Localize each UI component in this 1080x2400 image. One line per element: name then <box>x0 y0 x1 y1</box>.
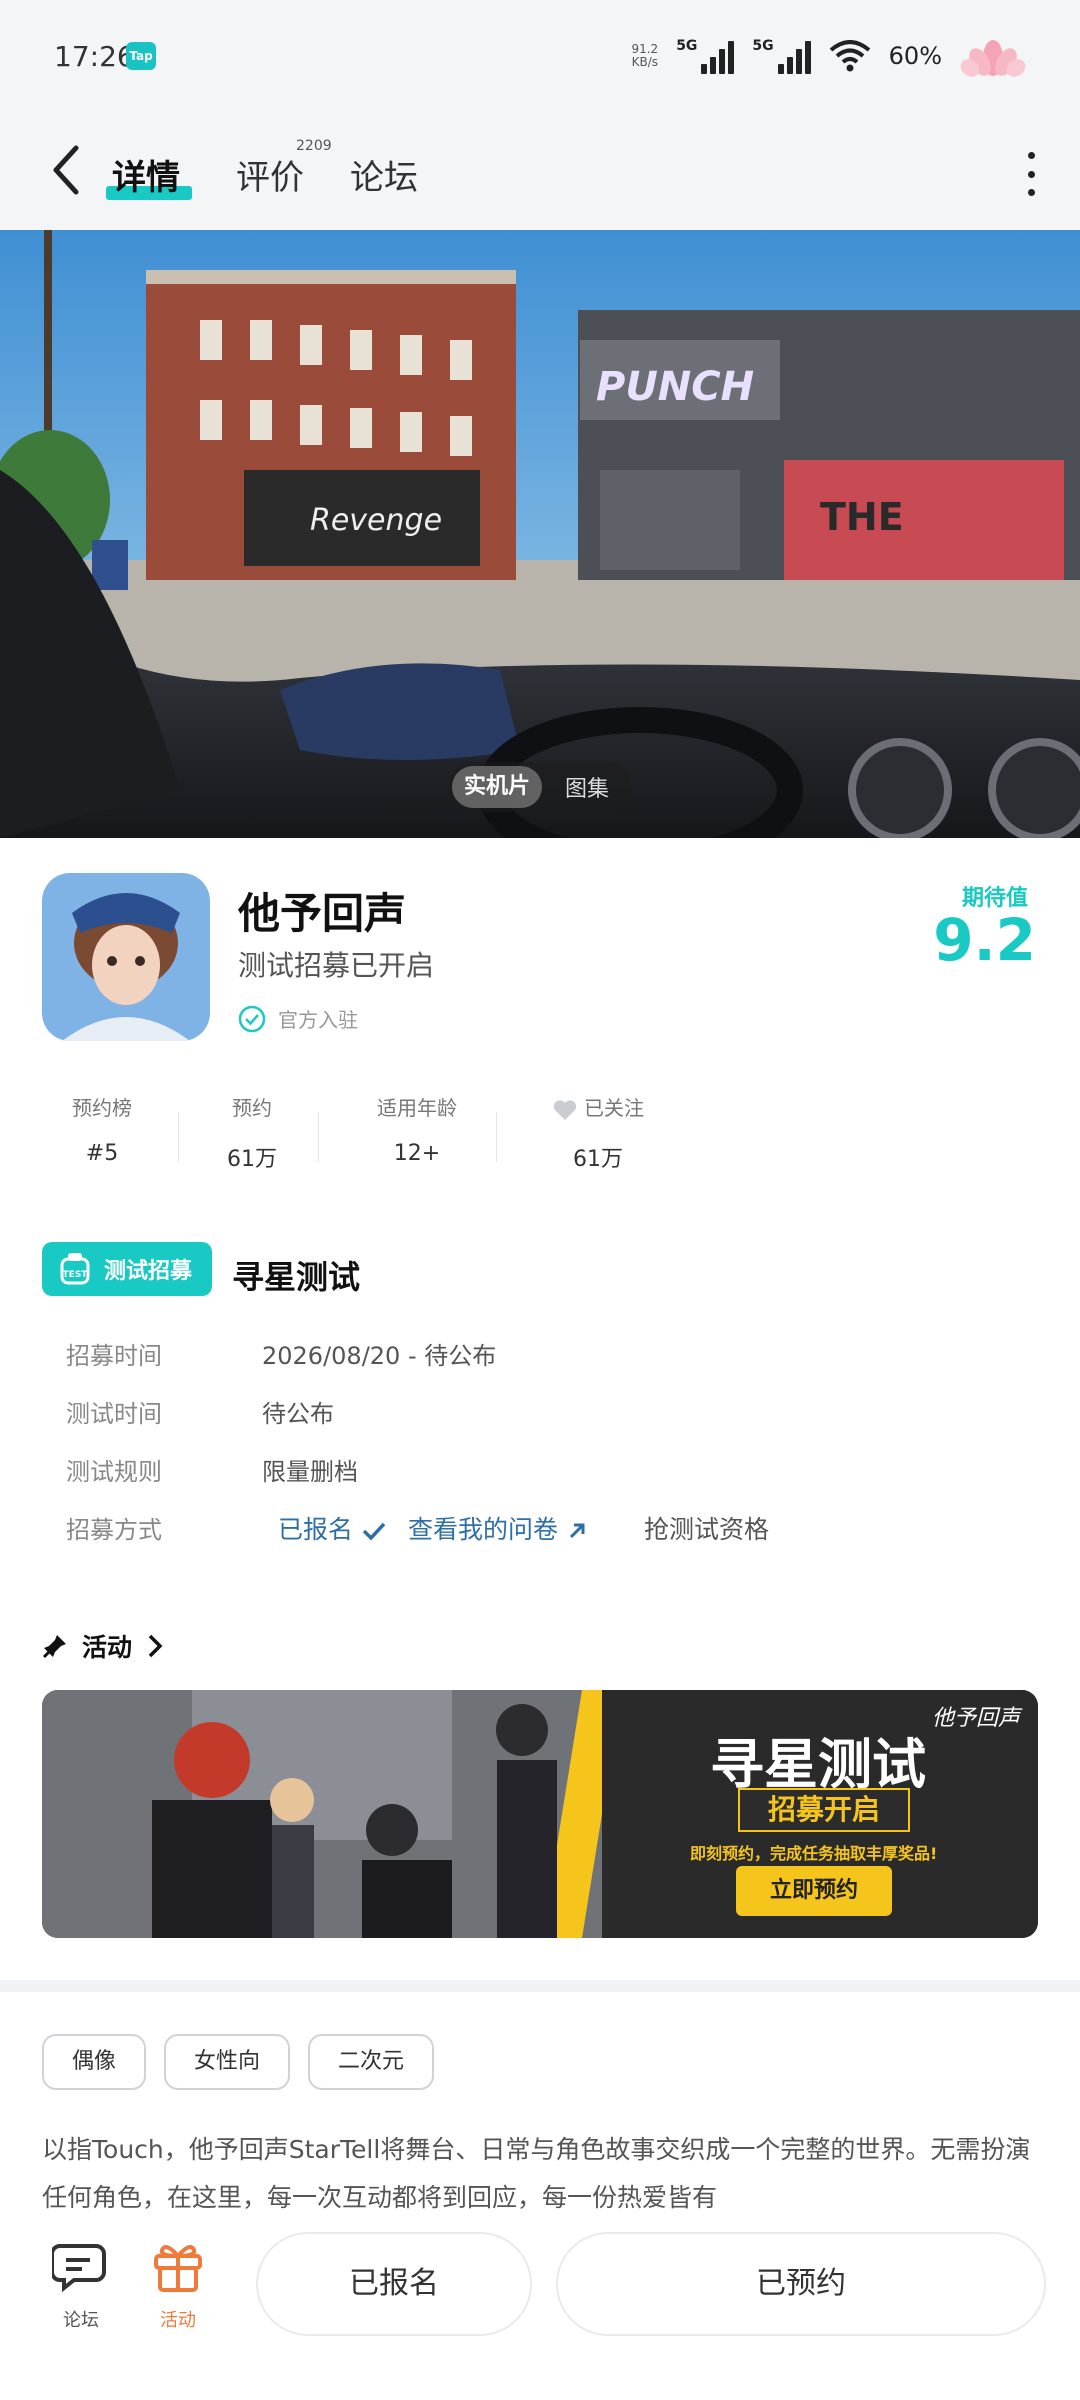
sim1-signal-icon: 5G <box>676 38 735 74</box>
recruit-time-value: 2026/08/20 - 待公布 <box>262 1342 497 1370</box>
activity-nav-item[interactable]: 活动 <box>152 2240 204 2332</box>
signed-up-link[interactable]: 已报名 <box>278 1510 387 1546</box>
forum-chat-icon <box>50 2244 106 2293</box>
reserved-button[interactable]: 已预约 <box>556 2232 1046 2336</box>
game-app-icon <box>42 873 210 1041</box>
battery-level: 60% <box>888 42 942 70</box>
status-icons: 91.2 KB/s 5G 5G 60% <box>631 34 1026 78</box>
recruit-method-label: 招募方式 <box>66 1516 162 1544</box>
wifi-icon <box>829 40 870 72</box>
game-description: 以指Touch，他予回声StarTell将舞台、日常与角色故事交织成一个完整的世… <box>42 2135 1031 2212</box>
status-time: 17:26 <box>54 40 135 73</box>
test-recruit-badge: TEST 测试招募 <box>42 1242 212 1296</box>
svg-text:PUNCH: PUNCH <box>596 364 754 410</box>
more-options-icon[interactable] <box>1016 152 1046 196</box>
tab-reviews[interactable]: 评价 <box>236 150 304 199</box>
official-badge: 官方入驻 <box>238 1004 358 1033</box>
media-toggle: 实机片 图集 <box>448 762 632 812</box>
svg-text:TEST: TEST <box>63 1270 89 1280</box>
gift-icon <box>154 2245 202 2292</box>
game-title: 他予回声 <box>238 889 407 938</box>
stat-followers[interactable]: 已关注 61万 <box>528 1092 668 1173</box>
banner-reserve-button[interactable]: 立即预约 <box>736 1866 892 1916</box>
svg-text:THE: THE <box>820 495 904 539</box>
back-arrow-icon[interactable] <box>42 140 92 200</box>
hero-media[interactable]: Revenge PUNCH THE <box>0 230 1080 838</box>
test-icon: TEST <box>60 1253 90 1285</box>
forum-nav-item[interactable]: 论坛 <box>50 2240 110 2332</box>
pin-icon <box>42 1635 66 1659</box>
banner-note: 即刻预约，完成任务抽取丰厚奖品! <box>690 1844 938 1863</box>
stat-age-rating: 适用年龄 12+ <box>377 1096 457 1166</box>
grab-test-slot-link[interactable]: 抢测试资格 <box>644 1510 769 1546</box>
signed-up-button[interactable]: 已报名 <box>256 2232 532 2336</box>
tag-anime[interactable]: 二次元 <box>308 2034 435 2090</box>
toggle-video[interactable]: 实机片 <box>452 766 542 808</box>
banner-brand-logo: 他予回声 <box>932 1706 1021 1731</box>
review-count: 2209 <box>296 138 332 154</box>
view-questionnaire-link[interactable]: 查看我的问卷 <box>408 1510 588 1546</box>
top-nav: 详情 评价 2209 论坛 <box>0 118 1080 230</box>
sim2-signal-icon: 5G <box>752 38 811 74</box>
tab-forum[interactable]: 论坛 <box>350 150 418 199</box>
toggle-gallery[interactable]: 图集 <box>542 771 632 803</box>
status-bar: 17:26 Tap 91.2 KB/s 5G 5G 60% <box>0 0 1080 118</box>
activity-header[interactable]: 活动 <box>42 1628 164 1664</box>
hero-scene-image: Revenge PUNCH THE <box>0 230 1080 838</box>
verified-check-icon <box>238 1005 266 1032</box>
tag-otome[interactable]: 女性向 <box>164 2034 291 2090</box>
test-rule-value: 限量删档 <box>262 1458 358 1486</box>
test-rule-label: 测试规则 <box>66 1458 162 1486</box>
external-link-icon <box>569 1523 585 1539</box>
stat-reservations: 预约 61万 <box>227 1096 277 1172</box>
banner-subtitle: 招募开启 <box>738 1788 910 1832</box>
stat-rank[interactable]: 预约榜 #5 <box>42 1092 162 1166</box>
stats-row: 预约榜 #5 预约 61万 适用年龄 12+ 已关注 61万 <box>42 1092 662 1182</box>
net-speed: 91.2 KB/s <box>631 42 659 69</box>
section-divider <box>0 1980 1080 1992</box>
test-time-value: 待公布 <box>262 1400 334 1428</box>
tag-list: 偶像 女性向 二次元 <box>42 2034 435 2090</box>
test-title: 寻星测试 <box>232 1258 361 1296</box>
tag-idol[interactable]: 偶像 <box>42 2034 147 2090</box>
game-status: 测试招募已开启 <box>238 949 435 982</box>
svg-text:Revenge: Revenge <box>310 503 442 538</box>
recruit-time-label: 招募时间 <box>66 1342 162 1370</box>
tab-details[interactable]: 详情 <box>112 150 180 199</box>
score-value: 9.2 <box>933 906 1036 974</box>
taptap-notification-icon: Tap <box>126 42 156 70</box>
lotus-battery-icon <box>960 40 1026 77</box>
checkmark-icon <box>362 1522 386 1541</box>
chevron-right-icon <box>148 1634 163 1658</box>
heart-icon <box>553 1099 577 1120</box>
test-time-label: 测试时间 <box>66 1400 162 1428</box>
